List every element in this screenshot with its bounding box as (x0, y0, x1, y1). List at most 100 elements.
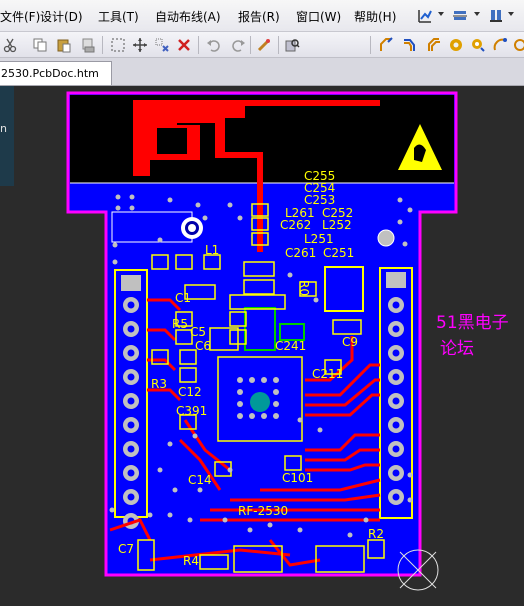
left-panel-text: n (0, 122, 7, 135)
interactive-route-icon[interactable] (376, 35, 396, 55)
pcb-workspace[interactable]: C255 C254 C253 L261 C252 C262 L252 L251 … (14, 86, 524, 606)
via (202, 215, 208, 221)
header-right-pins (388, 297, 404, 505)
undo-icon[interactable] (204, 35, 224, 55)
label-c391: C391 (176, 404, 207, 418)
move-icon[interactable] (130, 35, 150, 55)
label-c262: C262 (280, 218, 311, 232)
header-pin-hole (127, 493, 135, 501)
header-pin-hole (392, 469, 400, 477)
menu-tools[interactable]: 工具(T) (98, 8, 139, 25)
cross-probe-icon[interactable] (254, 35, 274, 55)
via (115, 194, 121, 200)
cut-icon[interactable] (0, 35, 20, 55)
menu-window[interactable]: 窗口(W) (296, 8, 341, 25)
menu-bar: 文件(F) 设计(D) 工具(T) 自动布线(A) 报告(R) 窗口(W) 帮助… (0, 0, 524, 32)
via (317, 427, 323, 433)
place-arc-icon[interactable] (490, 35, 510, 55)
via (249, 377, 255, 383)
via (407, 472, 413, 478)
via (287, 272, 293, 278)
diff-pair-route-icon[interactable] (400, 35, 420, 55)
via (157, 237, 163, 243)
via (397, 219, 403, 225)
toolbar-separator (198, 36, 199, 54)
label-c211: C211 (312, 367, 343, 381)
via (167, 197, 173, 203)
menu-help[interactable]: 帮助(H) (354, 8, 396, 25)
via (347, 532, 353, 538)
via (273, 389, 279, 395)
header-pin-hole (392, 493, 400, 501)
paste-icon[interactable] (54, 35, 74, 55)
clear-filter-icon[interactable] (174, 35, 194, 55)
via (407, 207, 413, 213)
find-similar-icon[interactable] (486, 6, 506, 26)
document-tab-strip: 2530.PcbDoc.htm (0, 58, 524, 86)
label-r0: R0 (297, 280, 311, 296)
menu-reports[interactable]: 报告(R) (238, 8, 280, 25)
dropdown-arrow-icon[interactable] (508, 12, 514, 16)
deselect-icon[interactable] (152, 35, 172, 55)
multi-route-icon[interactable] (424, 35, 444, 55)
via (237, 389, 243, 395)
via (297, 527, 303, 533)
via (237, 215, 243, 221)
select-area-icon[interactable] (108, 35, 128, 55)
via (273, 413, 279, 419)
label-c251: C251 (323, 246, 354, 260)
copy-icon[interactable] (30, 35, 50, 55)
menu-design[interactable]: 设计(D) (40, 8, 83, 25)
label-r3: R3 (151, 377, 167, 391)
label-c7: C7 (118, 542, 134, 556)
label-c14: C14 (188, 473, 212, 487)
label-c253: C253 (304, 193, 335, 207)
rubber-stamp-icon[interactable] (78, 35, 98, 55)
via (187, 517, 193, 523)
via (237, 413, 243, 419)
place-circle-icon[interactable] (510, 35, 524, 55)
menu-autoroute[interactable]: 自动布线(A) (155, 8, 221, 25)
component-library-icon[interactable] (282, 35, 302, 55)
label-c1: C1 (175, 291, 191, 305)
via (195, 202, 201, 208)
main-toolbar (0, 32, 524, 58)
menu-file[interactable]: 文件(F) (0, 8, 40, 25)
dropdown-arrow-icon[interactable] (438, 12, 444, 16)
header-pin-hole (392, 397, 400, 405)
via (197, 487, 203, 493)
mounting-hole (377, 229, 395, 247)
header-pin-hole (392, 445, 400, 453)
label-c6: C6 (195, 339, 211, 353)
place-via-icon[interactable] (468, 35, 488, 55)
via (192, 433, 198, 439)
redo-icon[interactable] (228, 35, 248, 55)
antenna-leg (244, 100, 380, 106)
via (129, 205, 135, 211)
via (261, 377, 267, 383)
place-pad-icon[interactable] (446, 35, 466, 55)
chart-tool-icon[interactable] (415, 6, 435, 26)
via (247, 527, 253, 533)
via (313, 297, 319, 303)
tab-pcb-document[interactable]: 2530.PcbDoc.htm (0, 61, 112, 85)
via (167, 512, 173, 518)
label-r5: R5 (172, 317, 188, 331)
label-l251: L251 (304, 232, 334, 246)
toolbar-separator (250, 36, 251, 54)
via (172, 487, 178, 493)
header-pin-hole (127, 421, 135, 429)
label-r4: R4 (183, 554, 199, 568)
label-c5: C5 (190, 325, 206, 339)
align-tool-icon[interactable] (450, 6, 470, 26)
header-pin-hole (392, 349, 400, 357)
pcb-canvas[interactable]: C255 C254 C253 L261 C252 C262 L252 L251 … (14, 86, 524, 606)
via (157, 467, 163, 473)
via (227, 467, 233, 473)
label-c241: C241 (275, 339, 306, 353)
dropdown-arrow-icon[interactable] (474, 12, 480, 16)
left-side-panel[interactable]: n (0, 86, 14, 186)
via (167, 441, 173, 447)
via (112, 242, 118, 248)
forum-text-line2: 论坛 (440, 339, 474, 359)
